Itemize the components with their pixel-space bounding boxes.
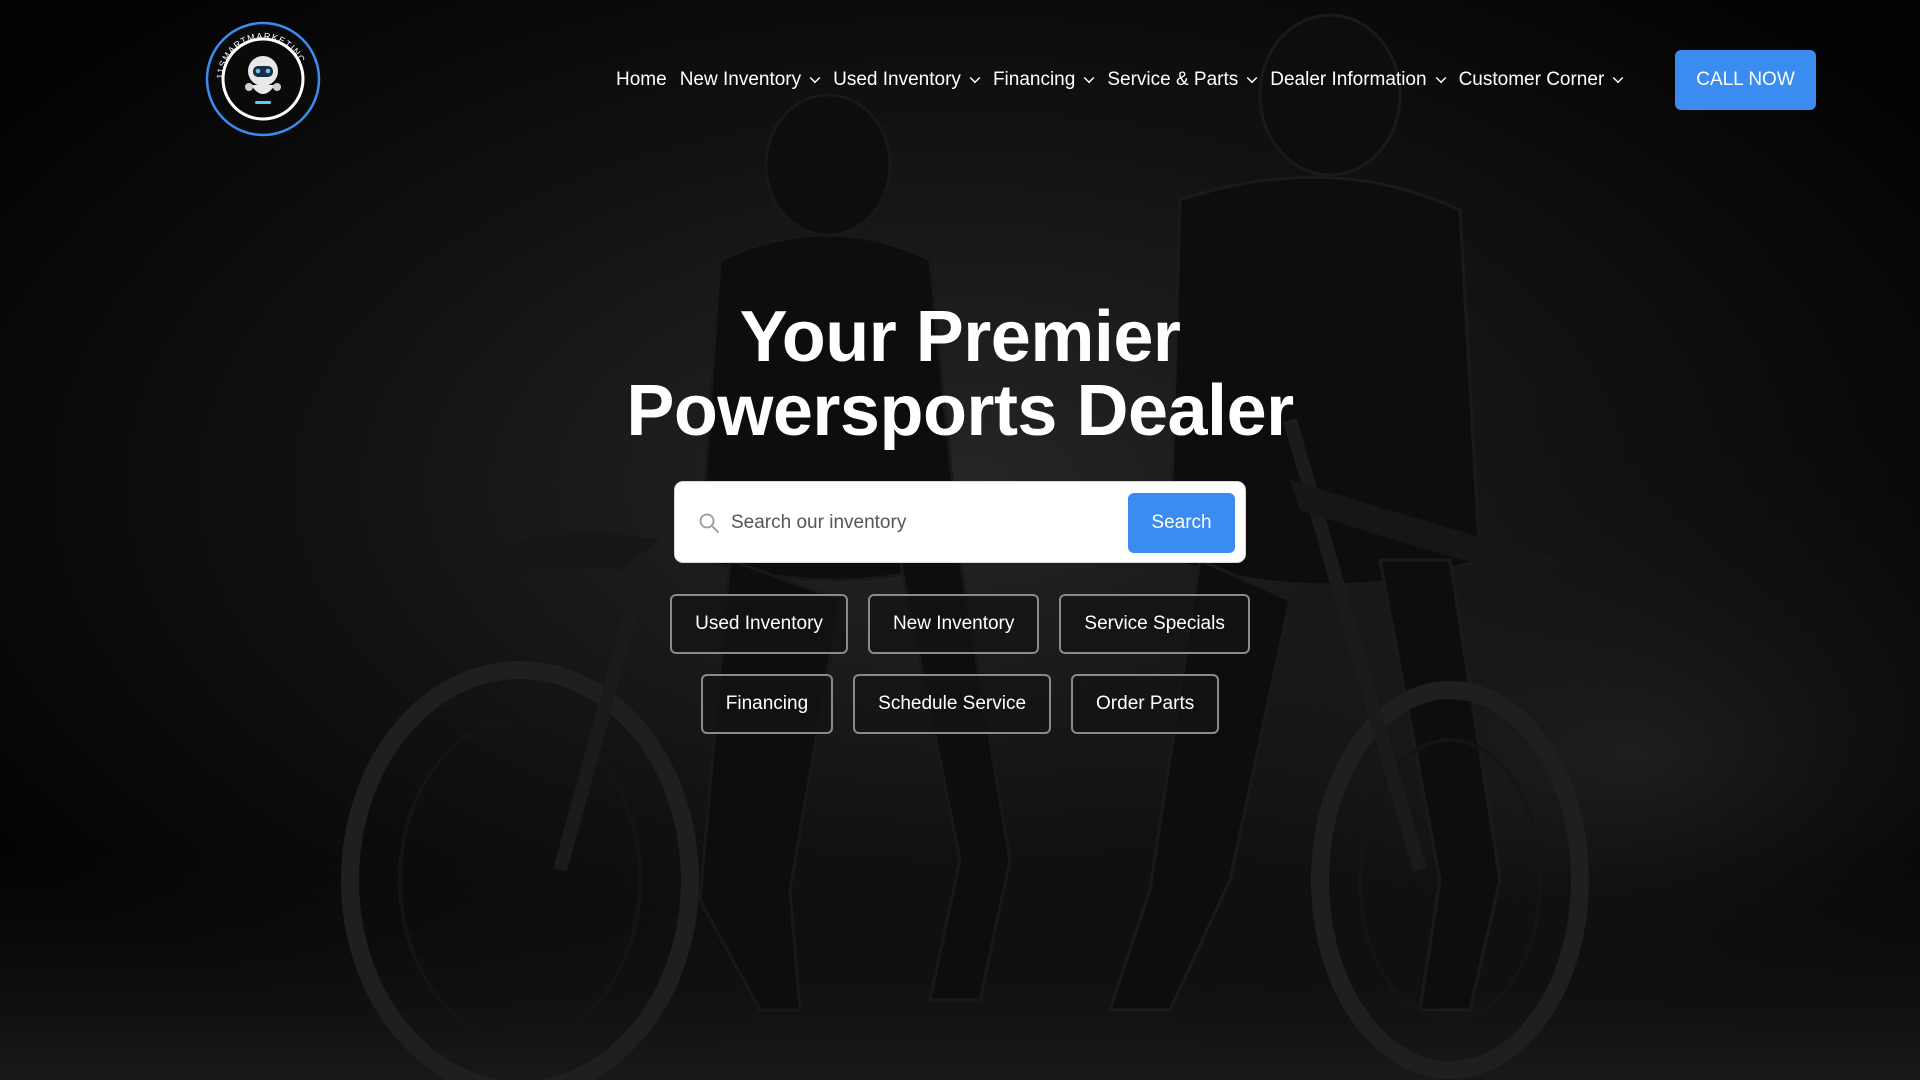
site-header: 11SMARTMARKETINC Home New Inventory Used…: [0, 0, 1920, 160]
nav-label: Used Inventory: [833, 69, 961, 90]
quick-link-financing[interactable]: Financing: [700, 674, 834, 734]
hero-title-line-1: Your Premier: [739, 297, 1181, 377]
hero-title-line-2: Powersports Dealer: [626, 371, 1294, 451]
search-button[interactable]: Search: [1128, 493, 1235, 553]
nav-label: New Inventory: [679, 69, 802, 90]
chevron-down-icon: [1084, 72, 1095, 83]
nav-label: Customer Corner: [1458, 69, 1605, 90]
site-logo[interactable]: 11SMARTMARKETINC: [205, 21, 321, 137]
chevron-down-icon: [1612, 72, 1624, 83]
nav-item-dealer-information[interactable]: Dealer Information: [1270, 69, 1446, 91]
call-now-button[interactable]: CALL NOW: [1675, 50, 1816, 110]
chevron-down-icon: [809, 72, 821, 83]
quick-link-order-parts[interactable]: Order Parts: [1071, 674, 1220, 734]
inventory-search-input[interactable]: [731, 502, 1171, 544]
nav-item-customer-corner[interactable]: Customer Corner: [1459, 69, 1624, 91]
nav-label: Home: [616, 69, 667, 90]
nav-label: Service & Parts: [1107, 69, 1239, 90]
quick-link-used-inventory[interactable]: Used Inventory: [670, 594, 848, 654]
inventory-search-box: Search: [674, 481, 1246, 563]
chevron-down-icon: [1246, 72, 1258, 83]
quick-links-row-2: Financing Schedule Service Order Parts: [0, 674, 1920, 734]
quick-link-new-inventory[interactable]: New Inventory: [867, 594, 1040, 654]
chevron-down-icon: [969, 72, 981, 83]
nav-item-financing[interactable]: Financing: [992, 69, 1095, 91]
chevron-down-icon: [1435, 72, 1446, 83]
nav-item-used-inventory[interactable]: Used Inventory: [833, 69, 981, 91]
hero-title: Your Premier Powersports Dealer: [560, 300, 1360, 448]
quick-links-row-1: Used Inventory New Inventory Service Spe…: [0, 594, 1920, 654]
nav-label: Dealer Information: [1270, 69, 1427, 90]
search-icon: [699, 513, 719, 533]
quick-link-schedule-service[interactable]: Schedule Service: [853, 674, 1052, 734]
main-nav: Home New Inventory Used Inventory Financ…: [616, 56, 1636, 104]
nav-item-service-parts[interactable]: Service & Parts: [1107, 69, 1258, 91]
quick-link-service-specials[interactable]: Service Specials: [1059, 594, 1250, 654]
nav-item-home[interactable]: Home: [616, 69, 667, 91]
nav-label: Financing: [992, 69, 1076, 90]
page: 11SMARTMARKETINC Home New Inventory Used…: [0, 0, 1920, 1080]
nav-item-new-inventory[interactable]: New Inventory: [679, 69, 821, 91]
